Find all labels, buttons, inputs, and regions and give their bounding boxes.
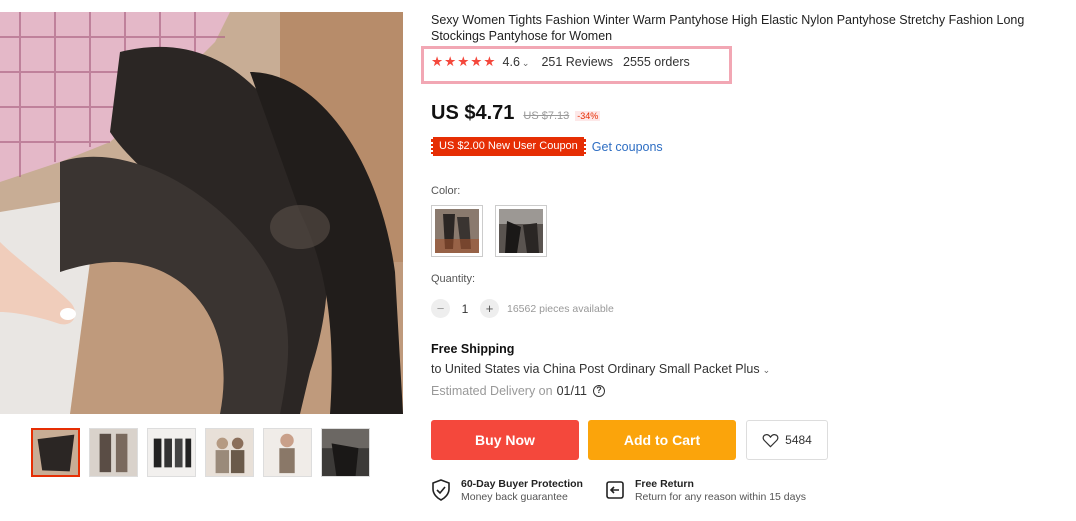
rating-row: ★★★★★ 4.6 ⌄ 251 Reviews 2555 orders — [431, 54, 690, 70]
color-swatches — [431, 205, 547, 257]
estimated-delivery: Estimated Delivery on 01/11 ? — [431, 384, 605, 398]
heart-icon — [762, 433, 779, 448]
buyer-protection: 60-Day Buyer Protection Money back guara… — [431, 478, 583, 504]
product-page: Sexy Women Tights Fashion Winter Warm Pa… — [0, 0, 1076, 521]
main-product-image[interactable] — [0, 12, 403, 414]
wishlist-count: 5484 — [785, 433, 812, 447]
buyer-protection-subtitle: Money back guarantee — [461, 491, 568, 503]
pieces-available: 16562 pieces available — [507, 302, 614, 315]
estimated-delivery-date: 01/11 — [556, 384, 587, 398]
thumbnail-5[interactable] — [263, 428, 312, 477]
thumbnail-6[interactable] — [321, 428, 370, 477]
reviews-link[interactable]: 251 Reviews — [541, 55, 613, 69]
quantity-stepper: − 1 + 16562 pieces available — [431, 299, 614, 318]
rating-number: 4.6 — [502, 55, 520, 69]
free-return: Free Return Return for any reason within… — [605, 478, 806, 504]
discount-badge: -34% — [575, 111, 601, 121]
orders-count: 2555 orders — [623, 55, 690, 69]
quantity-value[interactable]: 1 — [450, 302, 480, 316]
shipping-title: Free Shipping — [431, 342, 515, 356]
rating-value[interactable]: 4.6 ⌄ — [503, 55, 530, 69]
shield-check-icon — [432, 479, 450, 501]
color-label: Color: — [431, 185, 461, 197]
estimated-delivery-label: Estimated Delivery on — [431, 384, 553, 398]
add-to-cart-button[interactable]: Add to Cart — [588, 420, 736, 460]
product-info-panel: Sexy Women Tights Fashion Winter Warm Pa… — [421, 12, 1071, 503]
buy-now-button[interactable]: Buy Now — [431, 420, 579, 460]
free-return-title: Free Return — [634, 478, 694, 490]
action-buttons: Buy Now Add to Cart 5484 — [431, 420, 828, 460]
wishlist-button[interactable]: 5484 — [746, 420, 828, 460]
shipping-method-label: to United States via China Post Ordinary… — [431, 362, 760, 376]
guarantees: 60-Day Buyer Protection Money back guara… — [431, 478, 828, 504]
thumbnail-strip — [31, 428, 370, 477]
price-row: US $4.71 US $7.13 -34% — [431, 102, 601, 125]
rating-stars-icon: ★★★★★ — [431, 54, 497, 69]
thumbnail-4[interactable] — [205, 428, 254, 477]
quantity-increase-button[interactable]: + — [480, 299, 499, 318]
quantity-label: Quantity: — [431, 273, 476, 285]
thumbnail-1[interactable] — [31, 428, 80, 477]
quantity-decrease-button[interactable]: − — [431, 299, 450, 318]
coupon-row: US $2.00 New User Coupon Get coupons — [431, 137, 663, 156]
free-return-subtitle: Return for any reason within 15 days — [634, 491, 806, 503]
color-swatch-1[interactable] — [431, 205, 483, 257]
shipping-method[interactable]: to United States via China Post Ordinary… — [431, 362, 770, 376]
original-price: US $7.13 — [523, 110, 570, 122]
color-swatch-2[interactable] — [495, 205, 547, 257]
new-user-coupon[interactable]: US $2.00 New User Coupon — [431, 137, 586, 156]
thumbnail-3[interactable] — [147, 428, 196, 477]
current-price: US $4.71 — [431, 102, 515, 124]
help-icon[interactable]: ? — [592, 385, 605, 397]
get-coupons-link[interactable]: Get coupons — [592, 140, 663, 154]
chevron-down-icon: ⌄ — [521, 58, 530, 68]
product-title: Sexy Women Tights Fashion Winter Warm Pa… — [431, 13, 1025, 43]
buyer-protection-title: 60-Day Buyer Protection — [461, 478, 583, 490]
return-icon — [606, 481, 624, 499]
thumbnail-2[interactable] — [89, 428, 138, 477]
chevron-down-icon: ⌄ — [762, 365, 771, 375]
